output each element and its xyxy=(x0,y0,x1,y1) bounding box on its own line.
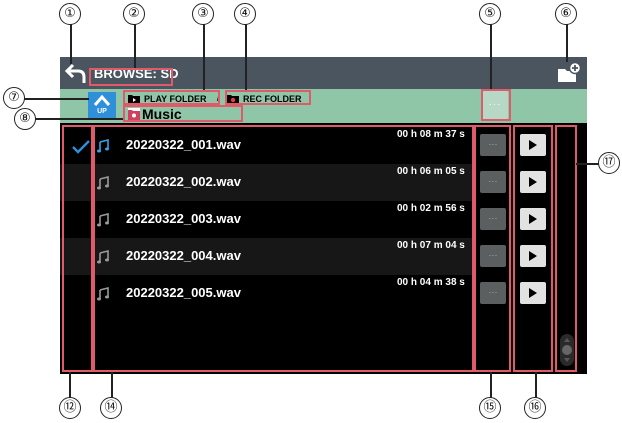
callout-4: ④ xyxy=(234,3,256,25)
callout-16: ⑯ xyxy=(524,397,546,419)
chevron-up-icon xyxy=(93,94,111,106)
title-highlight xyxy=(89,68,173,86)
callout-12: ⑫ xyxy=(59,397,81,419)
folder-menu-highlight xyxy=(481,89,511,121)
rec-folder-highlight xyxy=(225,90,311,105)
up-label: UP xyxy=(97,108,107,115)
back-arrow-icon[interactable] xyxy=(64,61,88,85)
callout-8: ⑧ xyxy=(14,108,36,130)
callout-7: ⑦ xyxy=(3,87,25,109)
callout-6: ⑥ xyxy=(555,3,577,25)
callout-17: ⑰ xyxy=(598,152,620,174)
callout-5: ⑤ xyxy=(479,3,501,25)
callout-1: ① xyxy=(59,3,81,25)
callout-2: ② xyxy=(123,3,145,25)
play-folder-highlight xyxy=(123,90,220,105)
new-folder-icon[interactable] xyxy=(556,61,582,85)
callout-3: ③ xyxy=(192,3,214,25)
current-folder-highlight xyxy=(123,105,243,122)
file-list-highlight xyxy=(93,125,474,372)
menu-column-highlight xyxy=(474,125,511,372)
scrollbar-highlight xyxy=(555,125,577,372)
check-column-highlight xyxy=(62,125,93,372)
play-column-highlight xyxy=(513,125,553,372)
up-button[interactable]: UP xyxy=(88,92,116,120)
callout-15: ⑮ xyxy=(479,397,501,419)
callout-14: ⑭ xyxy=(100,397,122,419)
